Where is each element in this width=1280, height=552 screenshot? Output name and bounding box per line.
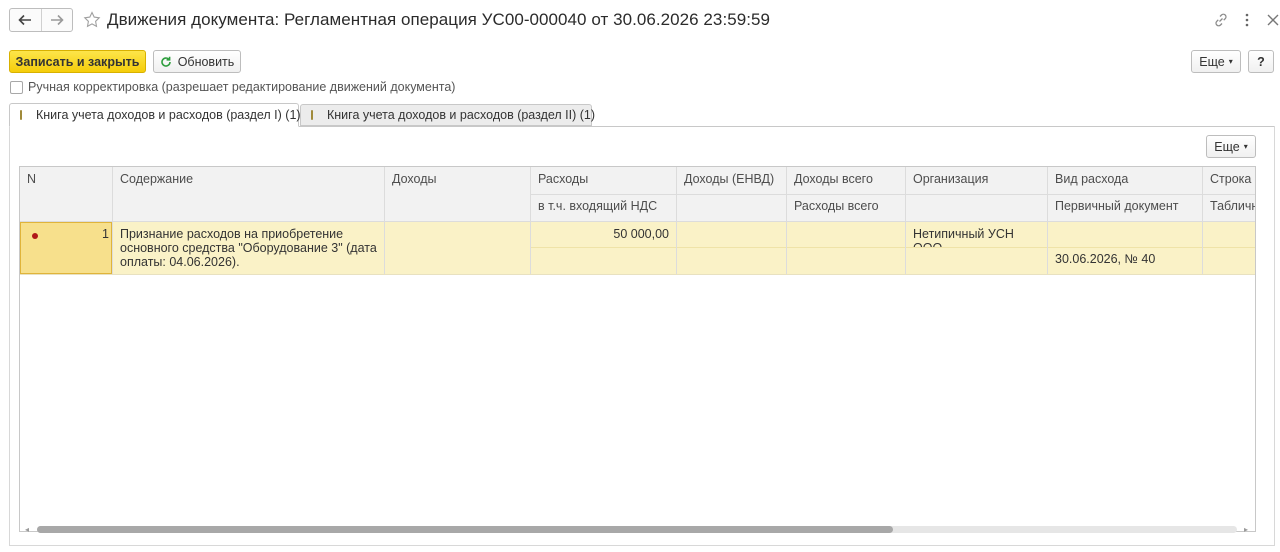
movements-table: N Содержание Доходы Расходы в т.ч. входя… — [19, 166, 1256, 532]
row-subdivider — [531, 247, 1255, 248]
arrow-left-icon — [18, 14, 32, 26]
close-icon — [1267, 14, 1279, 26]
more-actions-button[interactable] — [1237, 10, 1257, 30]
navigation-buttons — [9, 8, 73, 32]
tab-section-2-label: Книга учета доходов и расходов (раздел I… — [327, 108, 596, 122]
column-header-tabular[interactable]: Табличн — [1203, 194, 1256, 221]
column-divider — [384, 167, 385, 274]
close-button[interactable] — [1263, 10, 1280, 30]
header-subdivider — [531, 194, 1255, 195]
column-divider — [786, 167, 787, 274]
tab-section-1-label: Книга учета доходов и расходов (раздел I… — [36, 108, 301, 122]
forward-button[interactable] — [40, 9, 72, 31]
tab-section-2[interactable]: Книга учета доходов и расходов (раздел I… — [300, 104, 596, 126]
column-header-label: Содержание — [120, 172, 194, 186]
column-header-label: Доходы — [392, 172, 437, 186]
table-more-label: Еще — [1214, 139, 1240, 154]
scroll-right-arrow-icon[interactable]: ▸ — [1242, 523, 1250, 535]
refresh-label: Обновить — [177, 54, 235, 69]
back-button[interactable] — [10, 9, 41, 31]
column-header-n[interactable]: N — [20, 167, 112, 221]
dropdown-arrow-icon: ▾ — [1243, 142, 1248, 151]
row-number-cell[interactable]: 1 — [20, 222, 112, 274]
column-header-label: Доходы всего — [794, 172, 873, 186]
refresh-button[interactable]: Обновить — [153, 50, 241, 73]
help-label: ? — [1257, 54, 1265, 69]
column-divider — [530, 167, 531, 274]
manual-edit-checkbox[interactable] — [10, 81, 23, 94]
column-header-label: Вид расхода — [1055, 172, 1129, 186]
more-button[interactable]: Еще ▾ — [1191, 50, 1241, 73]
scroll-left-arrow-icon[interactable]: ◂ — [23, 523, 31, 535]
column-header-label: Расходы всего — [794, 199, 879, 213]
row-number: 1 — [102, 227, 109, 241]
refresh-icon — [160, 56, 171, 67]
expenses-cell[interactable]: 50 000,00 — [531, 222, 676, 248]
row-marker-icon — [32, 233, 38, 239]
register-icon — [20, 110, 22, 120]
content-cell[interactable]: Признание расходов на приобретение основ… — [113, 222, 384, 274]
window-title: Движения документа: Регламентная операци… — [107, 10, 771, 29]
organization-cell[interactable]: Нетипичный УСН ООО — [906, 222, 1047, 248]
column-header-expenses[interactable]: Расходы — [531, 167, 676, 194]
column-header-vat-incoming[interactable]: в т.ч. входящий НДС — [531, 194, 676, 221]
column-divider — [1202, 167, 1203, 274]
column-header-primary-document[interactable]: Первичный документ — [1048, 194, 1202, 221]
horizontal-scrollbar-thumb[interactable] — [37, 526, 893, 533]
column-divider — [112, 167, 113, 274]
column-header-label: N — [27, 172, 37, 186]
column-header-label: в т.ч. входящий НДС — [538, 199, 658, 213]
table-more-button[interactable]: Еще ▾ — [1206, 135, 1256, 158]
row-bottom-line — [20, 274, 1255, 275]
column-divider — [1047, 167, 1048, 274]
column-header-expense-type[interactable]: Вид расхода — [1048, 167, 1202, 194]
column-divider — [905, 167, 906, 274]
column-header-label: Строка д — [1210, 172, 1255, 186]
star-icon — [83, 11, 101, 28]
link-icon — [1215, 13, 1227, 27]
tab-section-1[interactable]: Книга учета доходов и расходов (раздел I… — [9, 103, 301, 127]
save-and-close-button[interactable]: Записать и закрыть — [9, 50, 146, 73]
column-divider — [676, 167, 677, 274]
column-header-income[interactable]: Доходы — [385, 167, 530, 221]
column-header-label: Первичный документ — [1055, 199, 1179, 213]
save-and-close-label: Записать и закрыть — [15, 54, 140, 69]
column-header-label: Организация — [913, 172, 989, 186]
arrow-right-icon — [50, 14, 64, 26]
column-header-label: Табличн — [1210, 199, 1256, 213]
vertical-dots-icon — [1245, 13, 1249, 27]
column-header-expenses-total[interactable]: Расходы всего — [787, 194, 905, 221]
register-icon — [311, 110, 313, 120]
column-header-content[interactable]: Содержание — [113, 167, 384, 221]
favorite-button[interactable] — [82, 9, 102, 31]
column-header-label: Доходы (ЕНВД) — [684, 172, 775, 186]
column-header-line[interactable]: Строка д — [1203, 167, 1255, 194]
primary-document-cell[interactable]: 30.06.2026, № 40 — [1048, 248, 1202, 274]
link-button[interactable] — [1211, 10, 1231, 30]
more-label: Еще — [1199, 54, 1225, 69]
dropdown-arrow-icon: ▾ — [1228, 57, 1233, 66]
column-header-label: Расходы — [538, 172, 589, 186]
help-button[interactable]: ? — [1248, 50, 1274, 73]
column-header-income-total[interactable]: Доходы всего — [787, 167, 905, 194]
manual-edit-label: Ручная корректировка (разрешает редактир… — [28, 80, 456, 94]
